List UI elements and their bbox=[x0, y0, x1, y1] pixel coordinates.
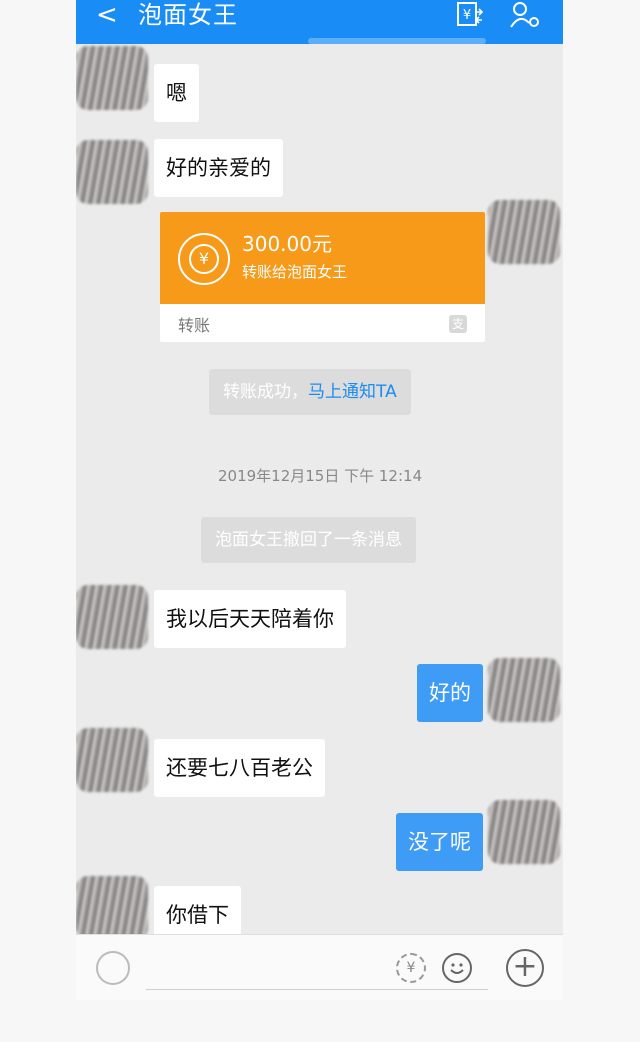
message-bubble: 我以后天天陪着你 bbox=[154, 590, 346, 648]
timestamp: 2019年12月15日 下午 12:14 bbox=[218, 467, 423, 485]
input-bar: ¥ + bbox=[76, 934, 563, 1000]
transfer-success-notice: 转账成功，马上通知TA bbox=[209, 369, 411, 415]
emoji-face-icon bbox=[450, 963, 464, 974]
transfer-amount: 300.00元 bbox=[242, 232, 332, 256]
my-avatar[interactable] bbox=[488, 658, 560, 722]
contact-avatar[interactable] bbox=[76, 728, 148, 792]
contact-avatar[interactable] bbox=[76, 876, 148, 940]
transfer-description: 转账给泡面女王 bbox=[242, 263, 348, 281]
contact-avatar[interactable] bbox=[76, 140, 148, 204]
chat-header: < 泡面女王 ¥ bbox=[76, 0, 563, 44]
transfer-card[interactable]: ¥ 300.00元 转账给泡面女王 转账 支 bbox=[160, 212, 485, 342]
message-bubble: 没了呢 bbox=[396, 813, 483, 871]
red-packet-icon[interactable]: ¥ bbox=[396, 953, 426, 983]
transfer-card-header: ¥ 300.00元 转账给泡面女王 bbox=[160, 212, 485, 304]
contact-avatar[interactable] bbox=[76, 46, 148, 110]
my-avatar[interactable] bbox=[488, 200, 560, 264]
message-bubble: 好的 bbox=[417, 664, 483, 722]
svg-text:¥: ¥ bbox=[463, 8, 471, 23]
my-avatar[interactable] bbox=[488, 800, 560, 864]
transfer-icon: ¥ bbox=[178, 233, 230, 285]
header-tab-indicator bbox=[308, 38, 486, 44]
transfer-footer-label: 转账 bbox=[178, 316, 211, 335]
emoji-icon[interactable] bbox=[442, 953, 472, 983]
back-icon[interactable]: < bbox=[96, 0, 118, 30]
recall-notice: 泡面女王撤回了一条消息 bbox=[201, 517, 416, 563]
contact-avatar[interactable] bbox=[76, 585, 148, 649]
chat-screen: < 泡面女王 ¥ 嗯 好的亲爱的 ¥ 300.00元 转账给泡面女王 转账 支 bbox=[76, 0, 563, 1000]
alipay-icon: 支 bbox=[449, 315, 467, 333]
bill-exchange-icon[interactable]: ¥ bbox=[452, 0, 486, 30]
voice-icon[interactable] bbox=[96, 951, 130, 985]
notify-link[interactable]: 马上通知TA bbox=[308, 382, 397, 402]
message-bubble: 嗯 bbox=[154, 64, 199, 122]
chat-title: 泡面女王 bbox=[138, 1, 238, 29]
message-input[interactable] bbox=[146, 989, 488, 990]
message-bubble: 还要七八百老公 bbox=[154, 739, 325, 797]
message-bubble: 好的亲爱的 bbox=[154, 139, 283, 197]
user-settings-icon[interactable] bbox=[508, 0, 542, 30]
plus-icon[interactable]: + bbox=[506, 949, 544, 987]
